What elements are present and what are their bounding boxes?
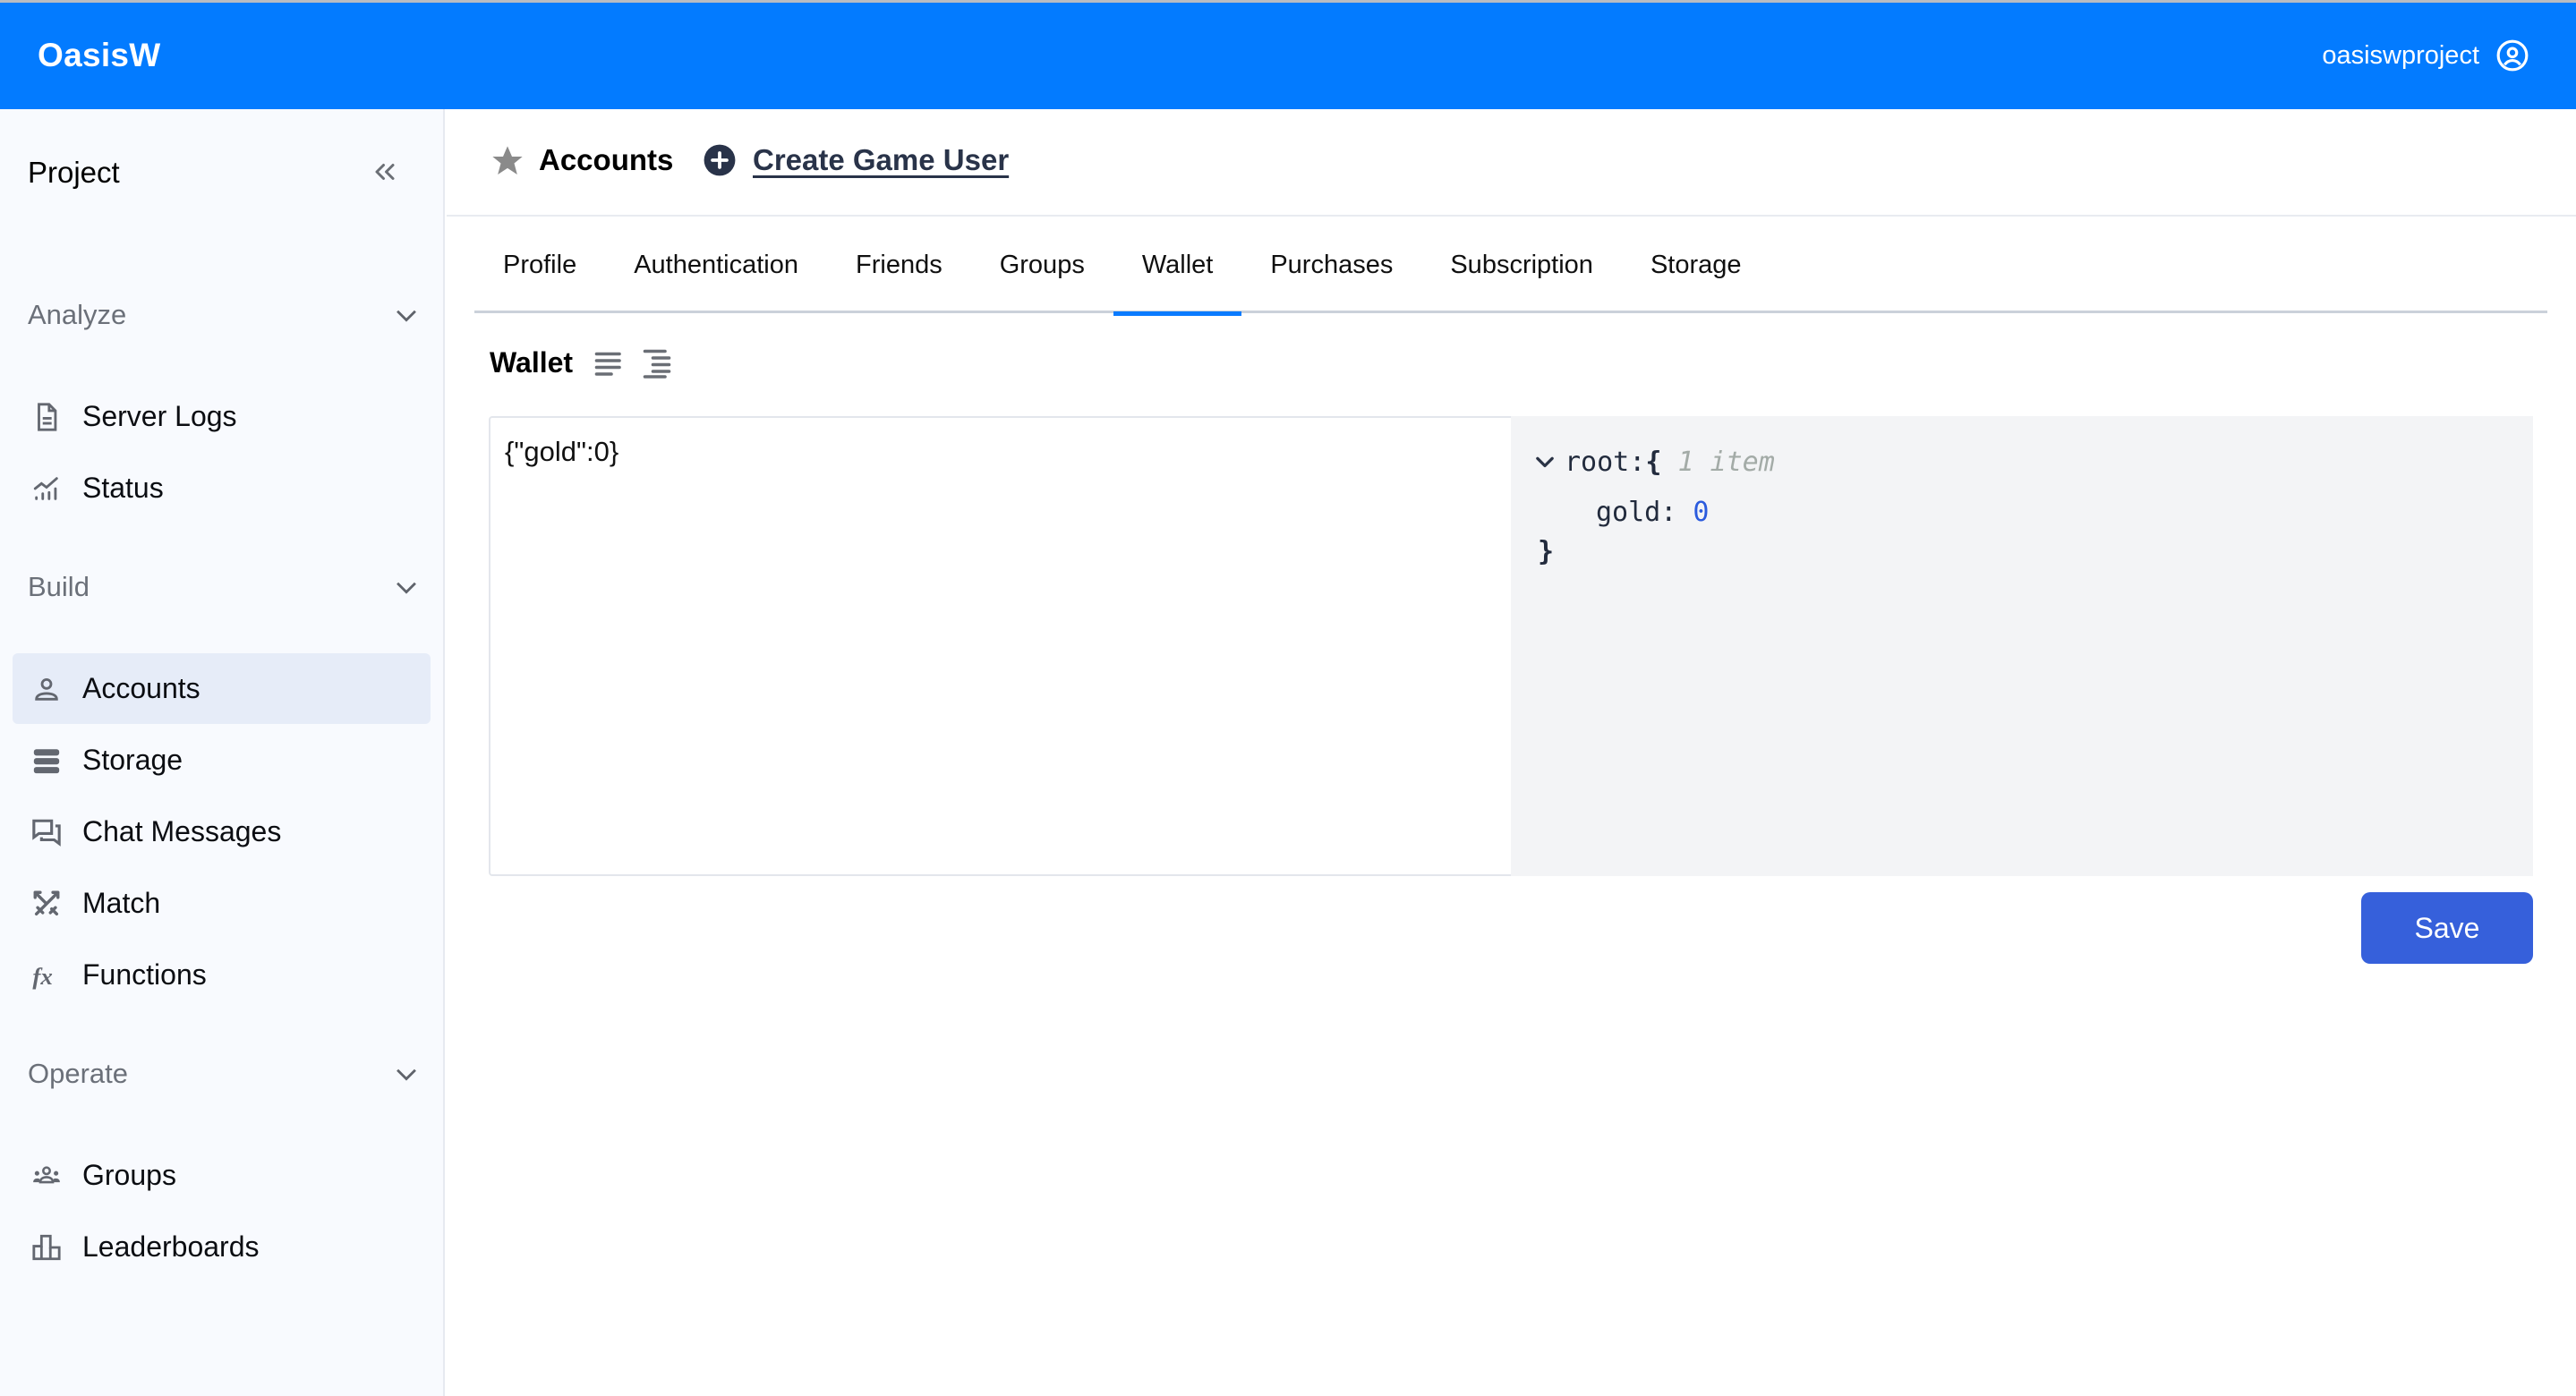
brand-logo[interactable]: OasisW — [38, 37, 161, 74]
sidebar-item-accounts[interactable]: Accounts — [13, 653, 431, 724]
wallet-heading-row: Wallet — [490, 346, 689, 379]
section-label: Operate — [28, 1058, 129, 1089]
sidebar-item-label: Chat Messages — [82, 815, 282, 847]
username: oasiswproject — [2322, 40, 2479, 70]
swords-icon — [30, 888, 63, 920]
chevron-down-icon — [397, 310, 416, 322]
sidebar-item-functions[interactable]: fx Functions — [13, 940, 431, 1010]
chat-icon — [30, 816, 63, 848]
wallet-heading: Wallet — [490, 346, 574, 379]
json-entry: gold: 0 — [1596, 497, 1709, 528]
json-open-brace: { — [1645, 447, 1662, 478]
top-bar: OasisW oasiswproject — [0, 0, 2576, 109]
sidebar-item-groups[interactable]: Groups — [13, 1140, 431, 1211]
indent-icon[interactable] — [641, 347, 673, 379]
sidebar-item-status[interactable]: Status — [13, 453, 431, 524]
star-icon[interactable] — [490, 143, 525, 179]
user-menu[interactable]: oasiswproject — [2322, 38, 2529, 72]
create-game-user-button[interactable]: Create Game User — [703, 143, 1009, 177]
chevron-down-icon — [397, 582, 416, 594]
database-icon — [30, 745, 63, 777]
sidebar-item-label: Storage — [82, 744, 183, 776]
tab-storage[interactable]: Storage — [1622, 217, 1770, 313]
create-game-user-label: Create Game User — [753, 143, 1010, 176]
wallet-json-viewer: root:{ 1 item gold: 0 } — [1511, 416, 2533, 876]
json-item-count: 1 item — [1677, 447, 1775, 478]
tab-subscription[interactable]: Subscription — [1421, 217, 1622, 313]
main-content: Accounts Create Game User Profile Authen… — [447, 109, 2576, 1396]
sidebar-item-label: Functions — [82, 958, 207, 991]
sidebar-item-label: Leaderboards — [82, 1230, 260, 1263]
sidebar-item-label: Groups — [82, 1159, 176, 1191]
sidebar-item-server-logs[interactable]: Server Logs — [13, 381, 431, 452]
section-label: Build — [28, 571, 90, 602]
sidebar-title: Project — [28, 156, 120, 189]
json-root-line: root:{ 1 item — [1532, 447, 1775, 478]
section-operate[interactable]: Operate — [28, 1058, 422, 1090]
sidebar-item-leaderboards[interactable]: Leaderboards — [13, 1212, 431, 1282]
sidebar-item-label: Status — [82, 472, 164, 504]
function-icon: fx — [30, 959, 63, 992]
sidebar-item-match[interactable]: Match — [13, 868, 431, 939]
sidebar-item-label: Accounts — [82, 672, 200, 704]
tab-profile[interactable]: Profile — [474, 217, 605, 313]
svg-text:fx: fx — [32, 962, 52, 989]
json-key: gold: — [1596, 497, 1677, 528]
tab-groups[interactable]: Groups — [971, 217, 1113, 313]
plus-circle-icon — [704, 144, 736, 176]
tab-purchases[interactable]: Purchases — [1241, 217, 1421, 313]
tab-wallet[interactable]: Wallet — [1113, 217, 1242, 316]
tab-list: Profile Authentication Friends Groups Wa… — [474, 217, 2547, 316]
leaderboard-icon — [30, 1231, 63, 1264]
user-icon — [30, 673, 63, 705]
sidebar-item-label: Match — [82, 887, 161, 919]
wallet-json-editor[interactable] — [489, 416, 1511, 876]
section-build[interactable]: Build — [28, 571, 422, 603]
chevrons-left-icon[interactable] — [369, 156, 401, 188]
wallet-json-input[interactable] — [490, 418, 1511, 874]
tab-authentication[interactable]: Authentication — [605, 217, 827, 313]
chevron-down-icon[interactable] — [1532, 450, 1557, 475]
page-header: Accounts Create Game User — [447, 109, 2576, 217]
align-left-icon[interactable] — [593, 347, 625, 379]
json-close-brace: } — [1538, 536, 1555, 567]
tab-friends[interactable]: Friends — [827, 217, 971, 313]
sidebar-item-chat-messages[interactable]: Chat Messages — [13, 796, 431, 867]
save-button[interactable]: Save — [2361, 892, 2533, 964]
page-title: Accounts — [539, 143, 674, 176]
sidebar-item-label: Server Logs — [82, 400, 237, 432]
chevron-down-icon — [397, 1068, 416, 1081]
sidebar-item-storage[interactable]: Storage — [13, 725, 431, 796]
user-circle-icon — [2496, 39, 2529, 72]
document-icon — [30, 401, 63, 433]
sidebar: Project Analyze Server Logs Status Build… — [0, 109, 445, 1396]
account-tabs: Profile Authentication Friends Groups Wa… — [474, 217, 2547, 423]
users-icon — [30, 1160, 63, 1192]
chart-line-icon — [30, 472, 63, 505]
json-root-key: root: — [1565, 447, 1646, 478]
json-value[interactable]: 0 — [1693, 497, 1709, 528]
section-label: Analyze — [28, 299, 127, 330]
section-analyze[interactable]: Analyze — [28, 299, 422, 331]
